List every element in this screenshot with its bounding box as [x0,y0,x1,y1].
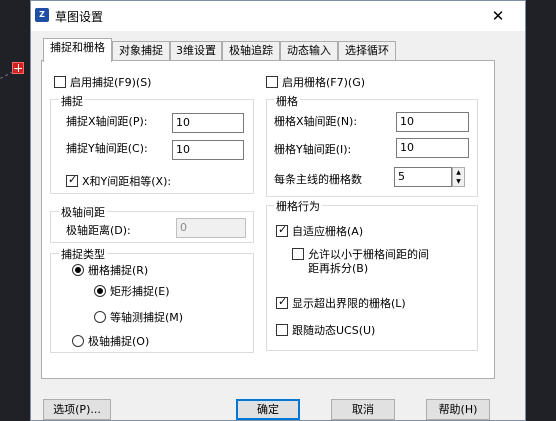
grid-group-title: 栅格 [274,93,300,109]
grid-x-label: 栅格X轴间距(N): [274,115,358,128]
snap-x-input[interactable]: 10 [172,113,244,133]
tab-object-snap[interactable]: 对象捕捉 [112,41,170,61]
tab-snap-grid[interactable]: 捕捉和栅格 [43,38,112,62]
help-button[interactable]: 帮助(H) [426,399,490,420]
grid-y-input[interactable]: 10 [396,138,469,158]
spin-up-icon[interactable]: ▲ [453,168,464,177]
polar-distance-input[interactable]: 0 [176,218,246,238]
tab-polar-tracking[interactable]: 极轴追踪 [222,41,280,61]
enable-grid-checkbox[interactable]: 启用栅格(F7)(G) [266,74,365,90]
polar-group-title: 极轴间距 [59,204,107,220]
enable-snap-checkbox[interactable]: 启用捕捉(F9)(S) [54,74,151,90]
grid-y-label: 栅格Y轴间距(I): [274,143,352,156]
dialog-title: 草图设置 [55,10,104,24]
follow-ucs-checkbox[interactable]: 跟随动态UCS(U) [276,322,375,338]
ok-button[interactable]: 确定 [236,399,300,420]
grid-behavior-title: 栅格行为 [274,198,322,214]
beyond-limits-checkbox[interactable]: 显示超出界限的栅格(L) [276,295,406,311]
snap-x-label: 捕捉X轴间距(P): [66,115,148,128]
cancel-button[interactable]: 取消 [331,399,395,420]
major-line-input[interactable]: 5 [394,167,452,187]
close-icon[interactable]: ✕ [486,5,510,27]
drafting-settings-dialog: Z 草图设置 ✕ 捕捉和栅格 对象捕捉 3维设置 极轴追踪 动态输入 选择循环 … [30,0,526,421]
snap-y-input[interactable]: 10 [172,140,244,160]
grid-snap-radio[interactable]: 栅格捕捉(R) [72,262,148,278]
title-bar[interactable]: Z 草图设置 ✕ [31,1,525,31]
grid-x-input[interactable]: 10 [396,112,469,132]
tab-dynamic-input[interactable]: 动态输入 [280,41,338,61]
snap-group-title: 捕捉 [59,93,85,109]
app-icon: Z [35,8,49,22]
major-line-label: 每条主线的栅格数 [274,173,362,186]
snap-y-label: 捕捉Y轴间距(C): [66,142,148,155]
rect-snap-radio[interactable]: 矩形捕捉(E) [94,283,170,299]
polar-distance-label: 极轴距离(D): [66,224,131,237]
polar-snap-radio[interactable]: 极轴捕捉(O) [72,333,149,349]
equal-xy-checkbox[interactable]: X和Y间距相等(X): [66,173,171,189]
major-line-spinner[interactable]: ▲ ▼ [452,167,465,187]
tab-selection-cycling[interactable]: 选择循环 [338,41,396,61]
snap-type-group-title: 捕捉类型 [59,246,107,262]
cad-crosshair-icon [12,62,24,74]
tab-panel: 启用捕捉(F9)(S) 捕捉 捕捉X轴间距(P): 10 捕捉Y轴间距(C): … [41,60,495,379]
spin-down-icon[interactable]: ▼ [453,177,464,186]
iso-snap-radio[interactable]: 等轴测捕捉(M) [94,309,183,325]
subdivide-label-line2: 距再拆分(B) [308,262,369,275]
adaptive-grid-checkbox[interactable]: 自适应栅格(A) [276,223,363,239]
options-button[interactable]: 选项(P)... [43,399,111,420]
tab-3d-settings[interactable]: 3维设置 [170,41,222,61]
